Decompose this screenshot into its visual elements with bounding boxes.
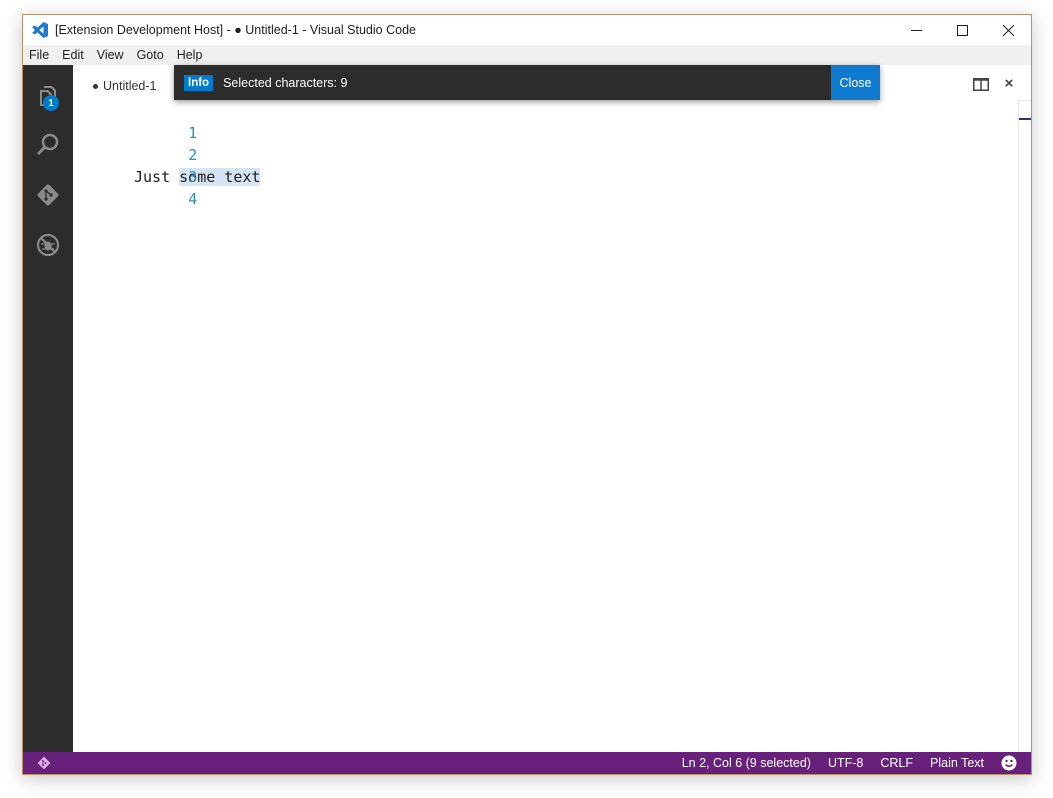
line-ending-status[interactable]: CRLF [880, 756, 913, 770]
close-window-button[interactable] [985, 15, 1031, 45]
activity-search[interactable] [35, 132, 61, 158]
vscode-window: [Extension Development Host] - ● Untitle… [22, 14, 1032, 775]
notification-toast: Info Selected characters: 9 Close [174, 65, 880, 100]
activity-bar: 1 [23, 65, 73, 752]
cursor-position-marker [1019, 118, 1031, 120]
split-editor-icon[interactable] [973, 78, 989, 91]
activity-git[interactable] [35, 182, 61, 208]
close-editor-icon[interactable]: × [1003, 76, 1015, 91]
menu-help[interactable]: Help [177, 48, 203, 62]
status-bar: Ln 2, Col 6 (9 selected) UTF-8 CRLF Plai… [23, 752, 1031, 774]
tab-label: Untitled-1 [103, 79, 157, 93]
vertical-scrollbar[interactable] [1018, 100, 1031, 751]
info-severity-badge: Info [184, 74, 214, 91]
maximize-icon [956, 24, 968, 36]
title-bar: [Extension Development Host] - ● Untitle… [23, 15, 1031, 45]
menu-view[interactable]: View [97, 48, 124, 62]
line-number: 4 [188, 190, 198, 208]
minimize-icon [910, 29, 922, 31]
menu-goto[interactable]: Goto [137, 48, 164, 62]
code-line: 2 Just some text [73, 122, 261, 186]
notification-message: Selected characters: 9 [223, 75, 348, 90]
minimize-button[interactable] [893, 15, 939, 45]
window-title: [Extension Development Host] - ● Untitle… [55, 23, 416, 37]
activity-debug[interactable] [35, 232, 61, 258]
cursor-position-status[interactable]: Ln 2, Col 6 (9 selected) [682, 756, 811, 770]
language-mode-status[interactable]: Plain Text [930, 756, 984, 770]
code-line: 3 [73, 144, 197, 186]
search-icon [36, 133, 59, 156]
maximize-button[interactable] [939, 15, 985, 45]
explorer-badge: 1 [43, 95, 59, 111]
close-icon [1002, 24, 1014, 36]
menu-file[interactable]: File [29, 48, 49, 62]
encoding-status[interactable]: UTF-8 [828, 756, 863, 770]
git-icon [37, 184, 59, 206]
vscode-logo-icon [32, 22, 48, 38]
line-number: 3 [188, 168, 198, 186]
code-line: 4 [73, 166, 197, 208]
smiley-icon[interactable] [1001, 755, 1017, 771]
menu-edit[interactable]: Edit [62, 48, 84, 62]
line-number: 1 [188, 124, 198, 142]
menu-bar: File Edit View Goto Help [23, 45, 1031, 65]
editor-area: Untitled-1 × 1 2 Just some text 3 4 [73, 65, 1031, 752]
line-number: 2 [188, 146, 198, 164]
dirty-indicator-icon [93, 83, 98, 89]
notification-close-button[interactable]: Close [831, 65, 880, 100]
debug-icon [36, 233, 60, 257]
code-line: 1 [73, 100, 197, 142]
tab-untitled-1[interactable]: Untitled-1 [93, 79, 157, 93]
activity-explorer[interactable]: 1 [35, 83, 61, 111]
git-branch-icon[interactable] [37, 756, 51, 770]
